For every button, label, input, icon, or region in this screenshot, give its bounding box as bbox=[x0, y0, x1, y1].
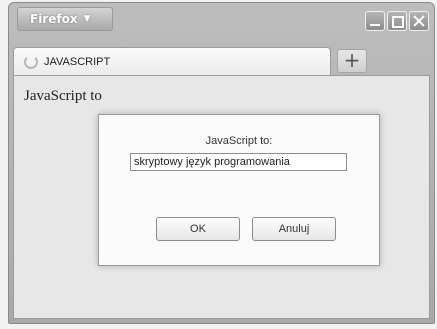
ok-button[interactable]: OK bbox=[156, 217, 240, 241]
page-text: JavaScript to bbox=[24, 88, 102, 104]
loading-spinner-icon bbox=[24, 54, 38, 69]
close-window-button[interactable] bbox=[409, 11, 429, 31]
chevron-down-icon: ▼ bbox=[83, 14, 91, 24]
browser-window: Firefox ▼ JAVASCRIPT + JavaScript to Jav… bbox=[8, 2, 435, 324]
firefox-menu-button[interactable]: Firefox ▼ bbox=[17, 7, 113, 31]
dialog-message: JavaScript to: bbox=[205, 135, 273, 147]
tab-label: JAVASCRIPT bbox=[44, 55, 111, 68]
prompt-dialog: JavaScript to: OK Anuluj bbox=[98, 114, 380, 266]
minimize-button[interactable] bbox=[365, 11, 385, 31]
page-content: JavaScript to JavaScript to: OK Anuluj bbox=[13, 75, 430, 319]
tab-javascript[interactable]: JAVASCRIPT bbox=[13, 47, 331, 75]
maximize-button[interactable] bbox=[387, 11, 407, 31]
prompt-input[interactable] bbox=[130, 153, 347, 171]
cancel-button[interactable]: Anuluj bbox=[252, 217, 336, 241]
new-tab-button[interactable]: + bbox=[337, 49, 367, 73]
firefox-menu-label: Firefox bbox=[30, 12, 78, 26]
title-bar: Firefox ▼ bbox=[9, 3, 434, 41]
